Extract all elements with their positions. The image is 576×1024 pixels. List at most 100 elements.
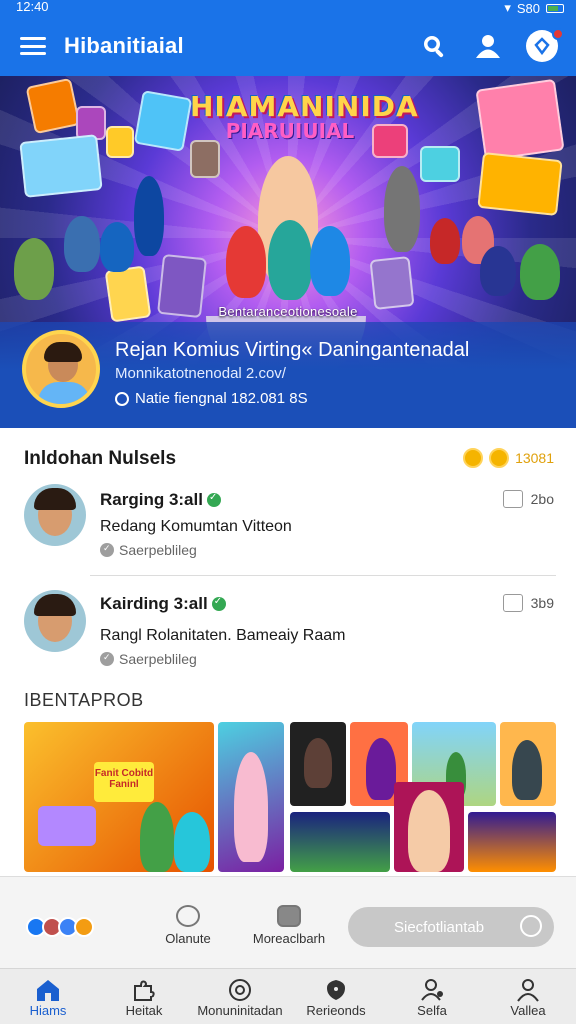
post-text: Rangl Rolanitaten. Bameaiy Raam — [100, 627, 346, 644]
hero-card — [25, 77, 81, 135]
post-item[interactable]: Kairding 3:all Rangl Rolanitaten. Bameai… — [0, 588, 576, 688]
post-sub-text: Saerpeblileg — [119, 542, 197, 558]
search-icon[interactable] — [418, 30, 450, 62]
share-row: Olanute Moreaclbarh Siecfotliantab — [0, 876, 576, 968]
nav-item-heitak[interactable]: Heitak — [96, 969, 192, 1024]
menu-icon[interactable] — [20, 37, 46, 55]
post-sub: Saerpeblileg — [100, 542, 197, 558]
post-author-name: Rarging 3:all — [100, 490, 203, 509]
profile-band[interactable]: Rejan Komius Virting« Daningantenadal Mo… — [0, 322, 576, 428]
shield-icon — [288, 977, 384, 1003]
user-settings-icon — [384, 977, 480, 1003]
gallery-figure — [366, 738, 396, 800]
gallery-tile[interactable] — [500, 722, 556, 806]
post-author-name: Kairding 3:all — [100, 594, 208, 613]
hero-child — [268, 220, 312, 300]
nav-item-rerieonds[interactable]: Rerieonds — [288, 969, 384, 1024]
hero-card — [475, 78, 565, 162]
hero-person — [134, 176, 164, 256]
gallery-title: IBENTAPROB — [24, 690, 144, 710]
post-time[interactable]: 3b9 — [502, 594, 554, 612]
post-sub-text: Saerpeblileg — [119, 651, 197, 667]
signal-text: S80 — [516, 0, 540, 16]
hero-banner: HIAMANINIDA PIARUIUIAL — [190, 90, 418, 143]
status-time: 12:40 — [16, 0, 49, 14]
nav-label: Selfa — [417, 1003, 447, 1018]
battery-icon — [546, 3, 564, 13]
hero-person — [480, 246, 516, 296]
gallery-tile[interactable] — [394, 782, 464, 872]
gallery-tub — [38, 806, 96, 846]
nav-item-vallea[interactable]: Vallea — [480, 969, 576, 1024]
hero-caption: Bentaranceotionesoale — [218, 304, 358, 319]
gallery-figure — [174, 812, 210, 872]
gallery-tile[interactable] — [468, 812, 556, 872]
gallery-figure — [140, 802, 174, 872]
comment-icon — [176, 905, 200, 927]
gallery-tile[interactable] — [290, 722, 346, 806]
profile-meta-text: Natie fiengnal 182.081 8S — [135, 390, 308, 407]
section-badges[interactable]: 13081 — [463, 448, 554, 468]
profile-handle: Monnikatotnenodal 2.cov/ — [115, 365, 286, 382]
check-icon — [100, 543, 114, 557]
folder-icon — [277, 905, 301, 927]
app-bar: Hibanitiaial — [0, 16, 576, 76]
gallery-figure — [408, 790, 450, 872]
post-time-text: 2bo — [530, 491, 554, 507]
nav-label: Hiams — [29, 1003, 67, 1018]
post-avatar[interactable] — [24, 590, 86, 652]
share-action[interactable]: Moreaclbarh — [246, 905, 332, 946]
post-text: Redang Komumtan Vitteon — [100, 518, 292, 535]
hero-person — [100, 222, 134, 272]
bookmark-icon[interactable] — [502, 490, 523, 508]
nav-item-monuninitadan[interactable]: Monuninitadan — [192, 969, 288, 1024]
divider — [90, 575, 556, 576]
app-title: Hibanitiaial — [64, 33, 184, 58]
gallery-tile[interactable] — [290, 812, 390, 872]
hero-person — [14, 238, 54, 300]
share-icons[interactable] — [26, 917, 94, 937]
bookmark-icon[interactable] — [502, 594, 523, 612]
hero-card — [420, 146, 460, 182]
coin-icon — [463, 448, 484, 468]
post-author[interactable]: Kairding 3:all — [100, 594, 226, 614]
profile-avatar[interactable] — [22, 330, 100, 408]
gallery-tile[interactable] — [218, 722, 284, 872]
post-avatar[interactable] — [24, 484, 86, 546]
hero-card — [369, 256, 415, 310]
post-item[interactable]: Rarging 3:all Redang Komumtan Vitteon Sa… — [0, 482, 576, 582]
location-icon — [115, 391, 129, 406]
nav-label: Vallea — [510, 1003, 546, 1018]
user-icon — [480, 977, 576, 1003]
star-icon[interactable] — [74, 917, 94, 937]
hero-card — [133, 90, 193, 152]
post-author[interactable]: Rarging 3:all — [100, 490, 221, 510]
profile-icon[interactable] — [472, 30, 504, 62]
check-icon — [100, 652, 114, 666]
puzzle-icon — [96, 977, 192, 1003]
share-action[interactable]: Olanute — [156, 905, 220, 946]
hero-card — [19, 134, 103, 198]
gallery-sign: Fanit Cobitd Faninl — [94, 762, 154, 802]
cta-label: Siecfotliantab — [394, 918, 485, 936]
cta-button[interactable]: Siecfotliantab — [348, 907, 554, 947]
share-action-label: Olanute — [165, 931, 211, 946]
nav-item-home[interactable]: Hiams — [0, 969, 96, 1024]
nav-label: Heitak — [125, 1003, 163, 1018]
post-sub: Saerpeblileg — [100, 651, 197, 667]
post-time[interactable]: 2bo — [502, 490, 554, 508]
section-count: 13081 — [515, 450, 554, 466]
nav-item-selfa[interactable]: Selfa — [384, 969, 480, 1024]
notification-icon[interactable] — [526, 28, 564, 62]
section-title: Inldohan Nulsels — [24, 448, 177, 469]
app-actions — [418, 28, 564, 62]
hero-card — [190, 140, 220, 178]
wifi-icon: ▾ — [504, 0, 511, 15]
gallery-tile[interactable]: Fanit Cobitd Faninl — [24, 722, 214, 872]
verified-icon — [206, 492, 221, 507]
profile-name: Rejan Komius Virting« Daningantenadal — [115, 339, 470, 361]
status-bar: 12:40 ▾ S80 — [0, 0, 576, 16]
hero-person — [430, 218, 460, 264]
home-icon — [0, 977, 96, 1003]
coin-icon — [489, 448, 510, 468]
